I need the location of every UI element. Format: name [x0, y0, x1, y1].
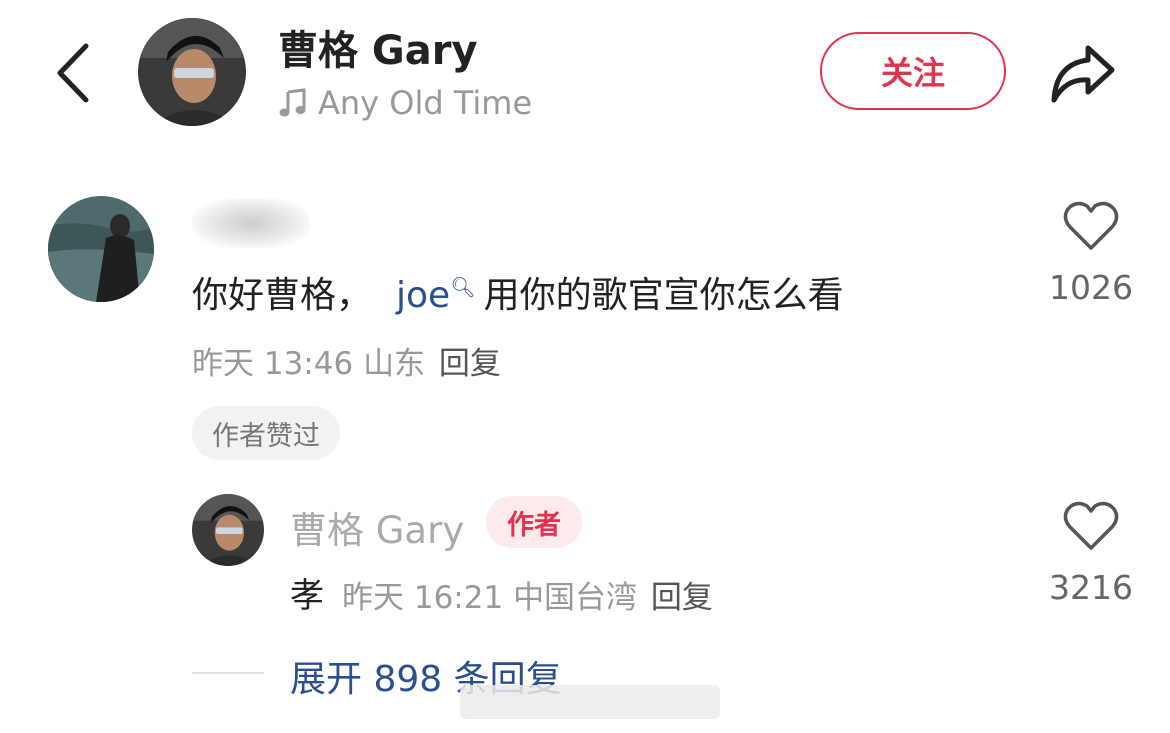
comment-text-start: 你好曹格， [192, 275, 373, 316]
reply-text: 孝 [290, 576, 324, 616]
comment-time: 昨天 13:46 [192, 346, 354, 382]
comment-username-blurred[interactable] [192, 198, 310, 248]
watermark-overlay [460, 685, 720, 719]
reply-time: 昨天 16:21 [342, 580, 504, 616]
share-arrow-icon [1051, 45, 1115, 103]
header-avatar[interactable] [138, 18, 246, 126]
comment-text-end: 用你的歌官宣你怎么看 [483, 275, 844, 316]
chevron-left-icon [57, 43, 89, 103]
avatar-image [48, 196, 154, 302]
reply-reply-button[interactable]: 回复 [651, 580, 713, 616]
song-title: Any Old Time [318, 84, 533, 122]
header-username[interactable]: 曹格 Gary [278, 18, 478, 76]
back-button[interactable] [52, 40, 96, 106]
reply-location: 中国台湾 [513, 580, 638, 616]
music-note-icon [279, 88, 306, 117]
expand-divider [192, 672, 264, 674]
reply-like-button[interactable] [1062, 500, 1120, 552]
comment-like-button[interactable] [1062, 200, 1120, 252]
comment-like-count: 1026 [1049, 268, 1133, 307]
header-song[interactable]: Any Old Time [278, 84, 532, 122]
mention-link[interactable]: joe [396, 275, 450, 316]
comment-text: 你好曹格， joe🔍︎ 用你的歌官宣你怎么看 [192, 266, 844, 318]
reply-username[interactable]: 曹格 Gary [290, 500, 464, 554]
avatar-image [138, 18, 246, 126]
author-liked-badge: 作者赞过 [192, 406, 340, 460]
heart-icon [1063, 501, 1119, 550]
follow-button[interactable]: 关注 [820, 32, 1006, 110]
reply-meta: 昨天 16:21 中国台湾 回复 [342, 572, 713, 617]
search-icon: 🔍︎ [450, 275, 476, 299]
share-button[interactable] [1048, 42, 1118, 104]
heart-icon [1063, 201, 1119, 250]
reply-avatar[interactable] [192, 494, 264, 566]
comment-reply-button[interactable]: 回复 [439, 346, 501, 382]
comment-location: 山东 [363, 346, 426, 382]
comment-meta: 昨天 13:46 山东 回复 [192, 338, 501, 383]
author-badge: 作者 [486, 496, 582, 548]
comment-avatar[interactable] [48, 196, 154, 302]
avatar-image [192, 494, 264, 566]
reply-like-count: 3216 [1049, 568, 1133, 607]
